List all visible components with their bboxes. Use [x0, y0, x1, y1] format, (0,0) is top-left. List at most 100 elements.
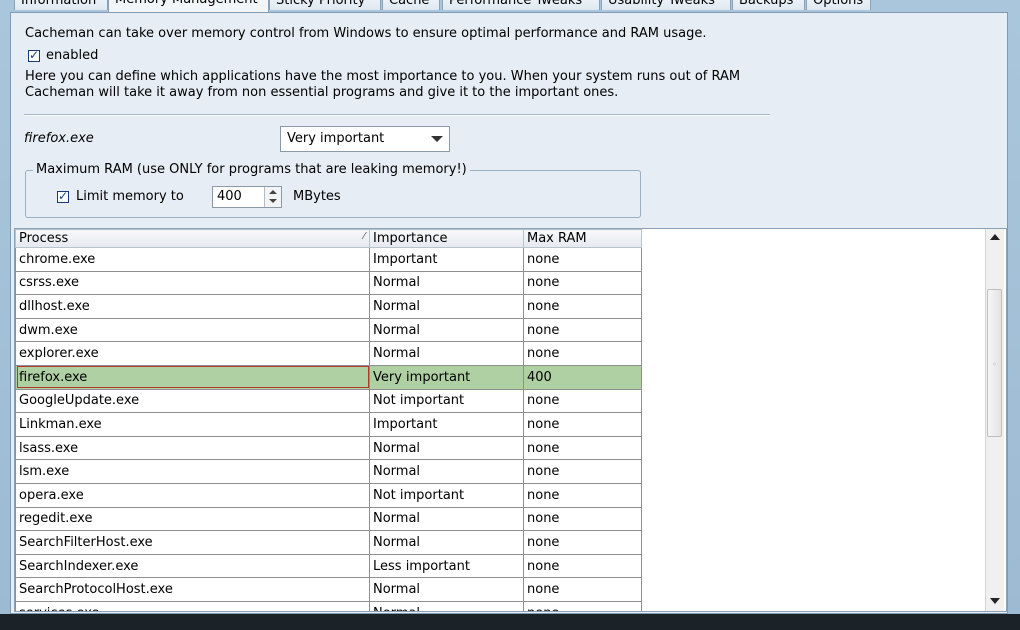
table-row[interactable]: lsass.exe Normal none — [15, 435, 642, 461]
cell-importance: Normal — [369, 341, 524, 366]
cell-max-ram: none — [523, 459, 642, 484]
table-row[interactable]: chrome.exe Important none — [15, 247, 642, 272]
cell-importance: Normal — [369, 459, 524, 484]
cell-importance: Normal — [369, 530, 524, 555]
description-line-2: Cacheman will take it away from non esse… — [25, 85, 619, 100]
enabled-label: enabled — [46, 48, 99, 63]
check-icon: ✓ — [29, 48, 40, 62]
tab-backups[interactable]: Backups — [732, 0, 805, 10]
table-row[interactable]: Linkman.exe Important none — [15, 412, 642, 437]
cell-process: GoogleUpdate.exe — [15, 388, 370, 414]
scroll-up-icon[interactable] — [990, 234, 1000, 240]
sort-icon: ⁄ — [363, 231, 365, 242]
cell-process: opera.exe — [15, 482, 370, 508]
grip-icon: ◦ — [992, 360, 997, 369]
scrollbar-thumb[interactable]: ◦ — [987, 289, 1002, 437]
column-header-label: Process — [19, 231, 69, 246]
cell-process: services.exe — [15, 600, 370, 611]
column-header-importance[interactable]: Importance — [369, 229, 524, 248]
vertical-scrollbar[interactable]: ◦ — [985, 229, 1004, 611]
cell-max-ram: none — [523, 294, 642, 319]
cell-process: regedit.exe — [15, 506, 370, 532]
intro-text: Cacheman can take over memory control fr… — [25, 26, 707, 41]
limit-memory-checkbox[interactable]: ✓ — [57, 189, 69, 203]
spin-up-icon[interactable] — [269, 190, 277, 194]
cell-process: SearchIndexer.exe — [15, 553, 370, 579]
cell-importance: Normal — [369, 600, 524, 611]
cell-process: dwm.exe — [15, 317, 370, 343]
spin-down-icon[interactable] — [269, 199, 277, 203]
table-row[interactable]: SearchIndexer.exe Less important none — [15, 553, 642, 579]
cell-process: Linkman.exe — [15, 412, 370, 437]
table-row[interactable]: SearchProtocolHost.exe Normal none — [15, 577, 642, 602]
table-row[interactable]: dwm.exe Normal none — [15, 317, 642, 343]
cell-max-ram: none — [523, 412, 642, 437]
limit-memory-value: 400 — [217, 189, 242, 204]
cell-max-ram: none — [523, 530, 642, 555]
table-row[interactable]: explorer.exe Normal none — [15, 341, 642, 366]
cell-max-ram: none — [523, 553, 642, 579]
tab-bar: Information Memory Management Sticky Pri… — [0, 0, 1020, 12]
cell-importance: Normal — [369, 317, 524, 343]
separator — [24, 114, 770, 116]
selected-process-label: firefox.exe — [24, 131, 94, 146]
cell-max-ram: none — [523, 247, 642, 272]
cacheman-window: Information Memory Management Sticky Pri… — [0, 0, 1020, 630]
process-table-container: Process ⁄ Importance Max RAM chrome.exe Im… — [14, 228, 1007, 612]
tab-information[interactable]: Information — [14, 0, 108, 10]
tab-memory-management[interactable]: Memory Management — [108, 0, 269, 12]
process-table-body: chrome.exe Important none csrss.exe Normal no… — [15, 247, 642, 611]
cell-max-ram: 400 — [523, 364, 642, 390]
cell-importance: Very important — [369, 364, 524, 390]
chevron-down-icon — [431, 136, 443, 142]
cell-max-ram: none — [523, 506, 642, 532]
column-header-max-ram[interactable]: Max RAM — [523, 229, 642, 248]
table-row[interactable]: SearchFilterHost.exe Normal none — [15, 530, 642, 555]
process-table: Process ⁄ Importance Max RAM chrome.exe Im… — [15, 229, 642, 611]
table-row[interactable]: dllhost.exe Normal none — [15, 294, 642, 319]
description-line-1: Here you can define which applications h… — [25, 69, 741, 84]
cell-importance: Normal — [369, 577, 524, 602]
column-header-process[interactable]: Process ⁄ — [15, 229, 370, 248]
limit-memory-spinner[interactable]: 400 — [212, 186, 282, 208]
cell-process: explorer.exe — [15, 341, 370, 366]
tab-options[interactable]: Options — [806, 0, 871, 10]
table-row[interactable]: csrss.exe Normal none — [15, 270, 642, 296]
memory-management-panel: Cacheman can take over memory control fr… — [10, 12, 1008, 614]
cell-process: SearchFilterHost.exe — [15, 530, 370, 555]
table-row[interactable]: GoogleUpdate.exe Not important none — [15, 388, 642, 414]
cell-importance: Normal — [369, 506, 524, 532]
cell-max-ram: none — [523, 600, 642, 611]
cell-max-ram: none — [523, 270, 642, 296]
cell-max-ram: none — [523, 482, 642, 508]
cell-process: csrss.exe — [15, 270, 370, 296]
cell-max-ram: none — [523, 577, 642, 602]
cell-importance: Important — [369, 412, 524, 437]
cell-max-ram: none — [523, 388, 642, 414]
importance-dropdown[interactable]: Very important — [280, 126, 450, 152]
enabled-checkbox[interactable]: ✓ — [28, 48, 40, 62]
cell-max-ram: none — [523, 341, 642, 366]
limit-memory-unit: MBytes — [293, 189, 341, 204]
cell-process: dllhost.exe — [15, 294, 370, 319]
scroll-down-icon[interactable] — [990, 598, 1000, 604]
cell-importance: Not important — [369, 388, 524, 414]
tab-usability-tweaks[interactable]: Usability Tweaks — [601, 0, 731, 10]
cell-importance: Normal — [369, 270, 524, 296]
table-row[interactable]: regedit.exe Normal none — [15, 506, 642, 532]
check-icon: ✓ — [58, 189, 69, 203]
tab-performance-tweaks[interactable]: Performance Tweaks — [442, 0, 600, 10]
cell-process: chrome.exe — [15, 247, 370, 272]
table-row[interactable]: lsm.exe Normal none — [15, 459, 642, 484]
cell-importance: Normal — [369, 435, 524, 461]
cell-process: lsm.exe — [15, 459, 370, 484]
window-bottom-edge — [0, 614, 1020, 630]
cell-importance: Less important — [369, 553, 524, 579]
cell-process: lsass.exe — [15, 435, 370, 461]
tab-sticky-priority[interactable]: Sticky Priority — [269, 0, 381, 10]
cell-process: firefox.exe — [15, 364, 370, 390]
table-row[interactable]: firefox.exe Very important 400 — [15, 364, 642, 390]
table-row[interactable]: services.exeNormalnone — [15, 600, 642, 611]
table-row[interactable]: opera.exe Not important none — [15, 482, 642, 508]
tab-cache[interactable]: Cache — [382, 0, 440, 10]
